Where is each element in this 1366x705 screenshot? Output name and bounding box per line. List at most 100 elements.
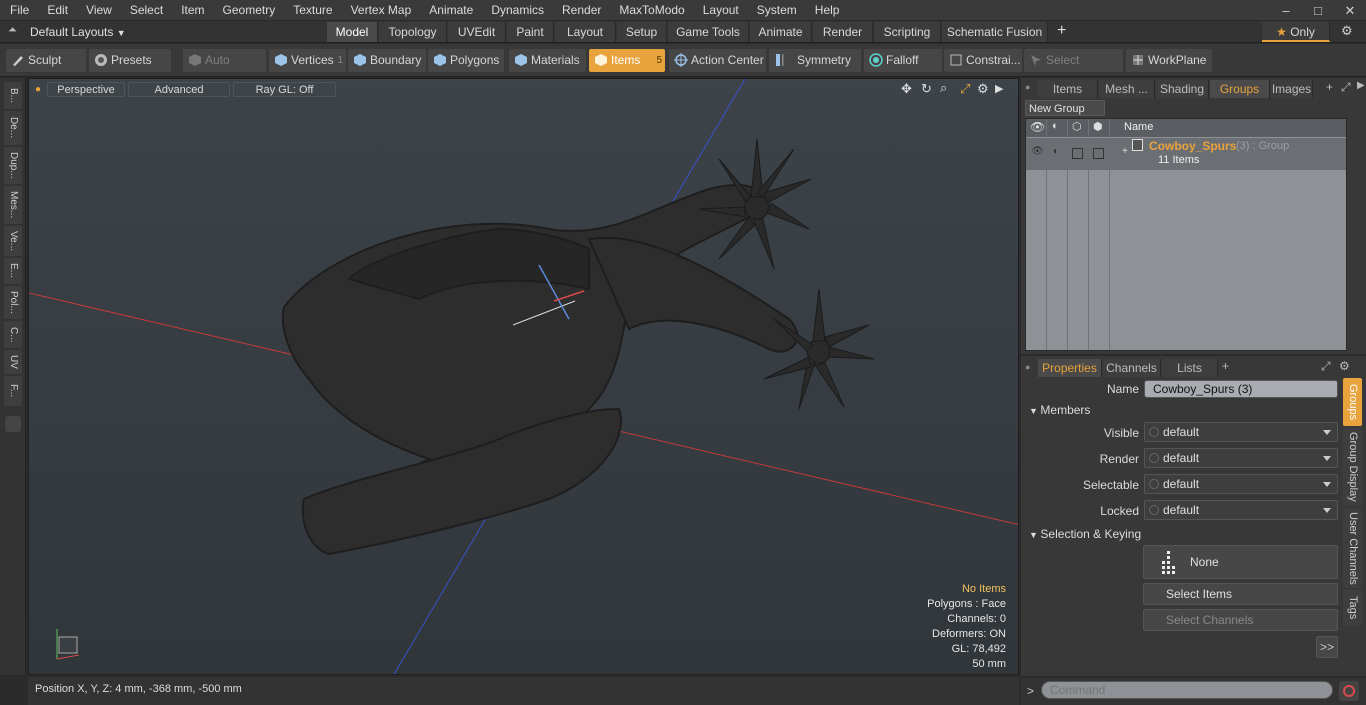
left-tab-polygon[interactable]: Pol... xyxy=(4,286,22,319)
tab-uvedit[interactable]: UVEdit xyxy=(448,22,506,42)
tab-schematic-fusion[interactable]: Schematic Fusion xyxy=(942,22,1048,42)
lock-cube-icon[interactable]: ⬢ xyxy=(1093,120,1103,133)
tab-scripting[interactable]: Scripting xyxy=(874,22,941,42)
panel-arrow-icon[interactable]: ▶ xyxy=(1357,80,1365,91)
workplane-button[interactable]: WorkPlane xyxy=(1126,49,1212,72)
menu-texture[interactable]: Texture xyxy=(283,0,340,21)
boundary-button[interactable]: Boundary xyxy=(348,49,426,72)
only-toggle[interactable]: ★ Only xyxy=(1262,22,1330,42)
left-tab-basic[interactable]: B... xyxy=(4,82,22,109)
left-tab-curve[interactable]: C... xyxy=(4,321,22,348)
tab-topology[interactable]: Topology xyxy=(379,22,447,42)
tab-setup[interactable]: Setup xyxy=(617,22,667,42)
row-render-icon[interactable]: ◐ xyxy=(1053,146,1059,157)
auto-select-button[interactable]: Auto Select xyxy=(183,49,266,90)
polygons-button[interactable]: Polygons xyxy=(428,49,504,72)
menu-render[interactable]: Render xyxy=(552,0,609,21)
tab-mesh[interactable]: Mesh ... xyxy=(1099,80,1155,98)
locked-dropdown[interactable]: default xyxy=(1144,500,1338,520)
members-section[interactable]: ▼ Members xyxy=(1029,403,1090,417)
select-items-button[interactable]: Select Items xyxy=(1143,583,1338,605)
vertices-button[interactable]: Vertices 1 xyxy=(269,49,346,72)
menu-item[interactable]: Item xyxy=(171,0,212,21)
gear-icon[interactable]: ⚙ xyxy=(1341,23,1353,39)
maximize-view-icon[interactable]: ⤢ xyxy=(960,81,970,97)
left-tab-edge[interactable]: E... xyxy=(4,258,22,284)
panel-expand-icon[interactable]: ⤢ xyxy=(1341,80,1351,95)
prop-gear-icon[interactable]: ⚙ xyxy=(1339,359,1350,373)
left-tab-mesh-edit[interactable]: Mes... xyxy=(4,186,22,224)
visible-dropdown[interactable]: default xyxy=(1144,422,1338,442)
menu-dynamics[interactable]: Dynamics xyxy=(481,0,552,21)
left-tab-deform[interactable]: De... xyxy=(4,111,22,145)
left-strip-toggle[interactable] xyxy=(5,416,21,432)
advanced-button[interactable]: Advanced xyxy=(128,82,230,97)
command-input[interactable] xyxy=(1041,681,1333,699)
layouts-dropdown[interactable]: Default Layouts ▼ xyxy=(30,23,140,41)
vtab-tags[interactable]: Tags xyxy=(1343,590,1362,626)
view-settings-gear-icon[interactable]: ⚙ xyxy=(977,81,989,97)
tab-layout[interactable]: Layout xyxy=(555,22,616,42)
sculpt-button[interactable]: Sculpt xyxy=(6,49,86,72)
selection-keying-section[interactable]: ▼ Selection & Keying xyxy=(1029,527,1141,541)
materials-button[interactable]: Materials xyxy=(509,49,586,72)
close-icon[interactable]: ✕ xyxy=(1334,0,1366,21)
select-channels-button[interactable]: Select Channels xyxy=(1143,609,1338,631)
menu-layout[interactable]: Layout xyxy=(693,0,747,21)
tab-shading[interactable]: Shading xyxy=(1156,80,1209,98)
menu-edit[interactable]: Edit xyxy=(37,0,76,21)
left-tab-vertex[interactable]: Ve... xyxy=(4,226,22,256)
render-icon[interactable]: ◐ xyxy=(1052,120,1059,132)
symmetry-button[interactable]: Symmetry xyxy=(769,49,861,72)
perspective-button[interactable]: Perspective xyxy=(47,82,125,97)
menu-file[interactable]: File xyxy=(0,0,37,21)
menu-vertex-map[interactable]: Vertex Map xyxy=(341,0,420,21)
tab-render[interactable]: Render xyxy=(813,22,873,42)
left-tab-uv[interactable]: UV xyxy=(4,350,22,374)
tab-items[interactable]: Items xyxy=(1038,80,1098,98)
vtab-group-display[interactable]: Group Display xyxy=(1343,428,1362,506)
tab-channels[interactable]: Channels xyxy=(1103,359,1161,377)
selectable-dropdown[interactable]: default xyxy=(1144,474,1338,494)
presets-button[interactable]: Presets xyxy=(89,49,171,72)
menu-animate[interactable]: Animate xyxy=(419,0,481,21)
menu-system[interactable]: System xyxy=(747,0,805,21)
3d-viewport[interactable]: ● Perspective Advanced Ray GL: Off ✥ ↻ ⌕… xyxy=(28,78,1019,675)
new-group-button[interactable]: New Group xyxy=(1025,100,1105,116)
expand-plus-icon[interactable]: + xyxy=(1122,146,1128,157)
visibility-eye-icon[interactable]: 👁 xyxy=(1030,120,1045,134)
add-panel-tab-icon[interactable]: + xyxy=(1326,80,1333,94)
viewport-menu-dot-icon[interactable]: ● xyxy=(35,84,41,95)
tab-paint[interactable]: Paint xyxy=(507,22,554,42)
tab-properties[interactable]: Properties xyxy=(1038,359,1102,377)
action-center-button[interactable]: Action Center xyxy=(669,49,766,72)
name-column-header[interactable]: Name xyxy=(1124,121,1153,133)
row-lock-checkbox[interactable] xyxy=(1093,148,1104,159)
collapse-up-icon[interactable]: ⏶ xyxy=(8,24,17,37)
add-tab-icon[interactable]: + xyxy=(1057,22,1066,40)
view-more-arrow-icon[interactable]: ▶ xyxy=(995,82,1003,95)
menu-view[interactable]: View xyxy=(76,0,120,21)
prop-menu-dot-icon[interactable]: ● xyxy=(1025,362,1030,372)
select-through-button[interactable]: Select Through xyxy=(1024,49,1123,90)
zoom-view-icon[interactable]: ⌕ xyxy=(940,80,947,96)
items-button[interactable]: Items 5 xyxy=(589,49,665,72)
menu-help[interactable]: Help xyxy=(805,0,848,21)
left-tab-fusion[interactable]: F... xyxy=(4,376,22,406)
tab-lists[interactable]: Lists xyxy=(1162,359,1218,377)
tab-model[interactable]: Model xyxy=(327,22,378,42)
left-tab-duplicate[interactable]: Dup... xyxy=(4,147,22,184)
select-cube-icon[interactable]: ⬡ xyxy=(1072,120,1082,133)
menu-maxtomodo[interactable]: MaxToModo xyxy=(609,0,692,21)
minimize-icon[interactable]: – xyxy=(1270,0,1302,21)
tab-animate[interactable]: Animate xyxy=(750,22,812,42)
prop-expand-icon[interactable]: ⤢ xyxy=(1321,359,1331,374)
group-row[interactable]: 👁 ◐ + Cowboy_Spurs (3) : Group 11 Items xyxy=(1026,138,1346,170)
menu-select[interactable]: Select xyxy=(120,0,171,21)
row-eye-icon[interactable]: 👁 xyxy=(1031,146,1044,157)
falloff-button[interactable]: Falloff xyxy=(864,49,942,72)
move-view-icon[interactable]: ✥ xyxy=(901,81,912,97)
panel-menu-dot-icon[interactable]: ● xyxy=(1025,82,1030,92)
raygl-button[interactable]: Ray GL: Off xyxy=(233,82,336,97)
rotate-view-icon[interactable]: ↻ xyxy=(921,81,932,97)
